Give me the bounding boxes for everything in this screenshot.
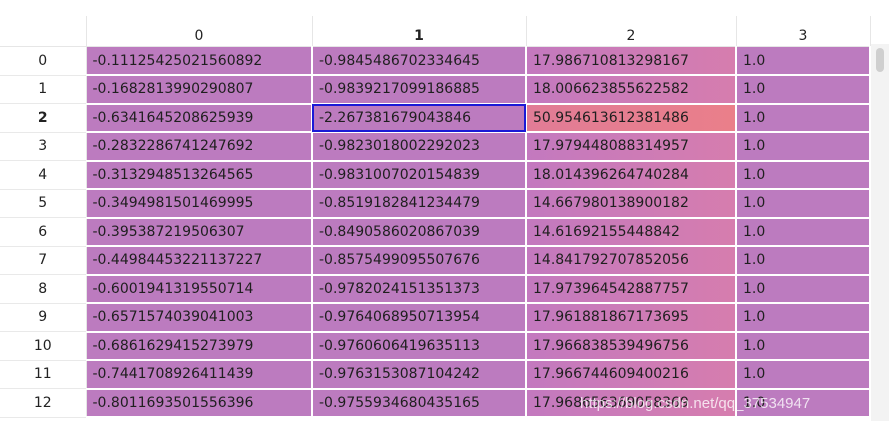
cell-r3-c2[interactable]: 17.979448088314957 <box>526 132 737 162</box>
cell-r1-c1[interactable]: -0.9839217099186885 <box>312 75 527 105</box>
table-row: 8 -0.6001941319550714 -0.9782024151351373 1… <box>0 274 871 304</box>
cell-r10-c2[interactable]: 17.966838539496756 <box>526 331 737 361</box>
column-header-3[interactable]: 3 <box>736 16 871 47</box>
column-header-1[interactable]: 1 <box>312 16 527 47</box>
column-header-0[interactable]: 0 <box>86 16 313 47</box>
cell-r3-c0[interactable]: -0.2832286741247692 <box>86 132 313 162</box>
cell-r0-c2[interactable]: 17.986710813298167 <box>526 46 737 76</box>
cell-r6-c3[interactable]: 1.0 <box>736 217 871 247</box>
cell-r10-c0[interactable]: -0.6861629415273979 <box>86 331 313 361</box>
cell-r0-c1[interactable]: -0.9845486702334645 <box>312 46 527 76</box>
row-index-5[interactable]: 5 <box>0 189 87 218</box>
cell-r10-c1[interactable]: -0.9760606419635113 <box>312 331 527 361</box>
cell-r9-c1[interactable]: -0.9764068950713954 <box>312 303 527 333</box>
row-index-11[interactable]: 11 <box>0 360 87 389</box>
table-row: 12 -0.8011693501556396 -0.9755934680435165… <box>0 388 871 418</box>
table-row: 9 -0.6571574039041003 -0.9764068950713954 1… <box>0 303 871 333</box>
cell-r4-c2[interactable]: 18.014396264740284 <box>526 160 737 190</box>
cell-r5-c0[interactable]: -0.3494981501469995 <box>86 189 313 219</box>
row-index-7[interactable]: 7 <box>0 246 87 275</box>
cell-r9-c3[interactable]: 1.0 <box>736 303 871 333</box>
cell-r8-c2[interactable]: 17.973964542887757 <box>526 274 737 304</box>
cell-r7-c2[interactable]: 14.841792707852056 <box>526 246 737 276</box>
row-index-8[interactable]: 8 <box>0 274 87 304</box>
table-row: 6 -0.395387219506307 -0.8490586020867039 14… <box>0 217 871 247</box>
cell-r2-c2[interactable]: 50.954613612381486 <box>526 103 737 133</box>
cell-r11-c1[interactable]: -0.9763153087104242 <box>312 360 527 390</box>
table-body: 0 -0.11125425021560892 -0.9845486702334645… <box>0 46 871 418</box>
cell-r0-c0[interactable]: -0.11125425021560892 <box>86 46 313 76</box>
cell-r4-c0[interactable]: -0.3132948513264565 <box>86 160 313 190</box>
cell-r5-c3[interactable]: 1.0 <box>736 189 871 219</box>
cell-r0-c3[interactable]: 1.0 <box>736 46 871 76</box>
table-row: 5 -0.3494981501469995 -0.8519182841234479 1… <box>0 189 871 219</box>
cell-r7-c1[interactable]: -0.8575499095507676 <box>312 246 527 276</box>
table-row: 2 -0.6341645208625939 -2.267381679043846 50… <box>0 103 871 133</box>
row-index-9[interactable]: 9 <box>0 303 87 332</box>
cell-r12-c1[interactable]: -0.9755934680435165 <box>312 388 527 418</box>
cell-r11-c0[interactable]: -0.7441708926411439 <box>86 360 313 390</box>
cell-r7-c0[interactable]: -0.44984453221137227 <box>86 246 313 276</box>
cell-r11-c2[interactable]: 17.966744609400216 <box>526 360 737 390</box>
cell-r9-c0[interactable]: -0.6571574039041003 <box>86 303 313 333</box>
cell-r12-c0[interactable]: -0.8011693501556396 <box>86 388 313 418</box>
cell-r9-c2[interactable]: 17.961881867173695 <box>526 303 737 333</box>
cell-r12-c3[interactable]: 1.0 <box>736 388 871 418</box>
table-row: 10 -0.6861629415273979 -0.9760606419635113… <box>0 331 871 361</box>
cell-r2-c0[interactable]: -0.6341645208625939 <box>86 103 313 133</box>
row-index-2[interactable]: 2 <box>0 103 87 133</box>
vertical-scrollbar[interactable] <box>871 44 889 421</box>
row-index-1[interactable]: 1 <box>0 75 87 104</box>
cell-r8-c3[interactable]: 1.0 <box>736 274 871 304</box>
column-header-row: 0123 <box>0 16 871 47</box>
cell-r1-c2[interactable]: 18.006623855622582 <box>526 75 737 105</box>
table-row: 7 -0.44984453221137227 -0.8575499095507676… <box>0 246 871 276</box>
cell-r6-c0[interactable]: -0.395387219506307 <box>86 217 313 247</box>
row-index-12[interactable]: 12 <box>0 388 87 418</box>
corner-header <box>0 16 87 47</box>
cell-r1-c3[interactable]: 1.0 <box>736 75 871 105</box>
cell-r5-c2[interactable]: 14.667980138900182 <box>526 189 737 219</box>
table-row: 4 -0.3132948513264565 -0.9831007020154839 1… <box>0 160 871 190</box>
table-row: 11 -0.7441708926411439 -0.9763153087104242… <box>0 360 871 390</box>
cell-r2-c1[interactable]: -2.267381679043846 <box>312 103 527 133</box>
cell-r6-c2[interactable]: 14.61692155448842 <box>526 217 737 247</box>
cell-r6-c1[interactable]: -0.8490586020867039 <box>312 217 527 247</box>
row-index-3[interactable]: 3 <box>0 132 87 161</box>
row-index-6[interactable]: 6 <box>0 217 87 247</box>
cell-r4-c1[interactable]: -0.9831007020154839 <box>312 160 527 190</box>
dataframe-table: 0123 0 -0.11125425021560892 -0.98454867023… <box>0 16 871 418</box>
column-header-2[interactable]: 2 <box>526 16 737 47</box>
cell-r7-c3[interactable]: 1.0 <box>736 246 871 276</box>
cell-r5-c1[interactable]: -0.8519182841234479 <box>312 189 527 219</box>
row-index-10[interactable]: 10 <box>0 331 87 361</box>
cell-r2-c3[interactable]: 1.0 <box>736 103 871 133</box>
table-row: 0 -0.11125425021560892 -0.9845486702334645… <box>0 46 871 76</box>
table-row: 1 -0.1682813990290807 -0.9839217099186885 1… <box>0 75 871 105</box>
row-index-0[interactable]: 0 <box>0 46 87 76</box>
cell-r10-c3[interactable]: 1.0 <box>736 331 871 361</box>
cell-r8-c0[interactable]: -0.6001941319550714 <box>86 274 313 304</box>
cell-r8-c1[interactable]: -0.9782024151351373 <box>312 274 527 304</box>
scrollbar-thumb[interactable] <box>876 48 884 72</box>
cell-r3-c3[interactable]: 1.0 <box>736 132 871 162</box>
cell-r12-c2[interactable]: 17.968656369058369 <box>526 388 737 418</box>
dataframe-viewer: 0123 0 -0.11125425021560892 -0.98454867023… <box>0 0 889 421</box>
cell-r11-c3[interactable]: 1.0 <box>736 360 871 390</box>
cell-r1-c0[interactable]: -0.1682813990290807 <box>86 75 313 105</box>
cell-r4-c3[interactable]: 1.0 <box>736 160 871 190</box>
cell-r3-c1[interactable]: -0.9823018002292023 <box>312 132 527 162</box>
row-index-4[interactable]: 4 <box>0 160 87 190</box>
table-row: 3 -0.2832286741247692 -0.9823018002292023 1… <box>0 132 871 162</box>
